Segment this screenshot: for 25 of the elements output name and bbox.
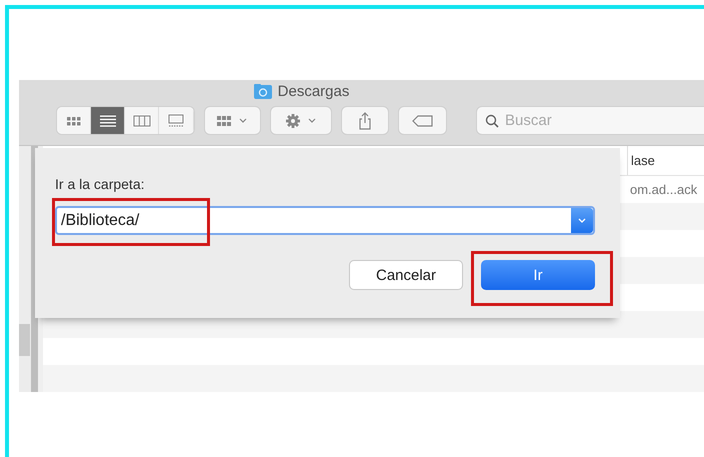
go-button[interactable]: Ir (481, 260, 595, 290)
field-label: Ir a la carpeta: (55, 176, 144, 192)
gallery-icon (166, 114, 186, 128)
gear-icon (284, 112, 318, 128)
folder-icon (254, 84, 272, 98)
chevron-down-icon (578, 218, 586, 223)
columns-icon (132, 114, 152, 128)
folder-path-field[interactable]: /Biblioteca/ (55, 206, 595, 235)
cancel-button[interactable]: Cancelar (349, 260, 463, 290)
scrollbar[interactable] (19, 324, 30, 356)
search-field[interactable]: Buscar (477, 107, 704, 134)
search-icon (485, 114, 499, 128)
dropdown-button[interactable] (571, 208, 593, 233)
list-view-button[interactable] (91, 107, 126, 134)
window-title: Descargas (278, 82, 350, 100)
list-icon (98, 114, 118, 128)
table-cell-text: om.ad...ack (629, 182, 698, 197)
icon-view-button[interactable] (57, 107, 92, 134)
settings-button[interactable] (271, 107, 331, 134)
tag-icon (412, 114, 434, 126)
tag-button[interactable] (399, 107, 446, 134)
share-icon (356, 112, 373, 130)
group-button[interactable] (204, 107, 260, 134)
column-header[interactable]: lase (628, 152, 655, 168)
share-button[interactable] (342, 107, 388, 134)
